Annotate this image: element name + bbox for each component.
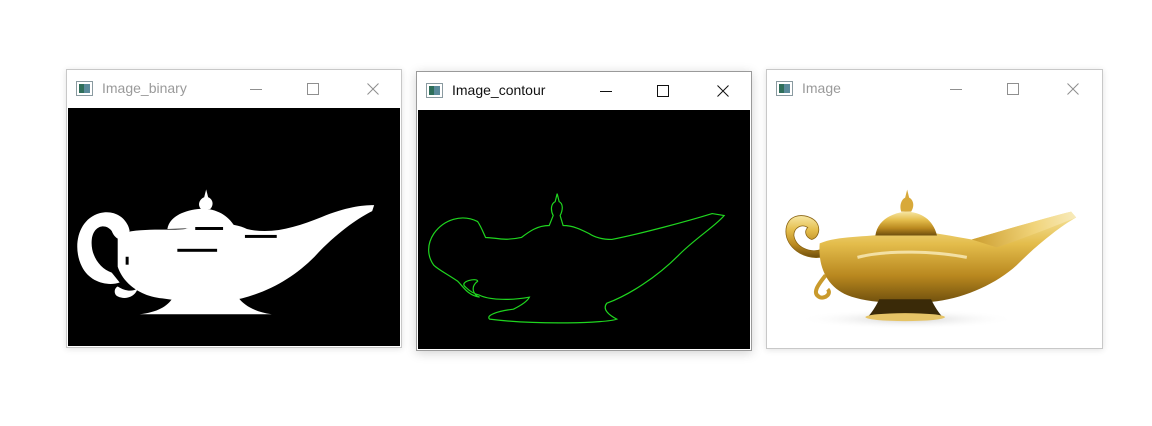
minimize-button[interactable] [233, 70, 279, 108]
maximize-button[interactable] [290, 70, 336, 108]
image-window[interactable]: Image [766, 69, 1103, 349]
minimize-button[interactable] [583, 72, 629, 110]
window-title: Image [802, 80, 841, 96]
app-icon [76, 81, 93, 96]
maximize-button[interactable] [990, 70, 1036, 108]
photo-canvas [768, 108, 1101, 347]
maximize-button[interactable] [640, 72, 686, 110]
maximize-icon [307, 83, 319, 95]
title-bar[interactable]: Image_contour [417, 72, 751, 110]
maximize-icon [657, 85, 669, 97]
minimize-icon [950, 89, 962, 90]
contour-image-canvas [418, 110, 750, 349]
minimize-button[interactable] [933, 70, 979, 108]
close-button[interactable] [700, 72, 746, 110]
window-title: Image_binary [102, 80, 187, 96]
close-icon [717, 85, 729, 97]
app-icon [776, 81, 793, 96]
title-bar[interactable]: Image_binary [67, 70, 401, 108]
close-button[interactable] [350, 70, 396, 108]
app-icon [426, 83, 443, 98]
minimize-icon [250, 89, 262, 90]
minimize-icon [600, 91, 612, 92]
window-title: Image_contour [452, 82, 546, 98]
close-icon [1067, 83, 1079, 95]
close-button[interactable] [1050, 70, 1096, 108]
binary-image-canvas [68, 108, 400, 346]
title-bar[interactable]: Image [767, 70, 1102, 108]
image-contour-window[interactable]: Image_contour [416, 71, 752, 351]
maximize-icon [1007, 83, 1019, 95]
image-binary-window[interactable]: Image_binary [66, 69, 402, 348]
close-icon [367, 83, 379, 95]
